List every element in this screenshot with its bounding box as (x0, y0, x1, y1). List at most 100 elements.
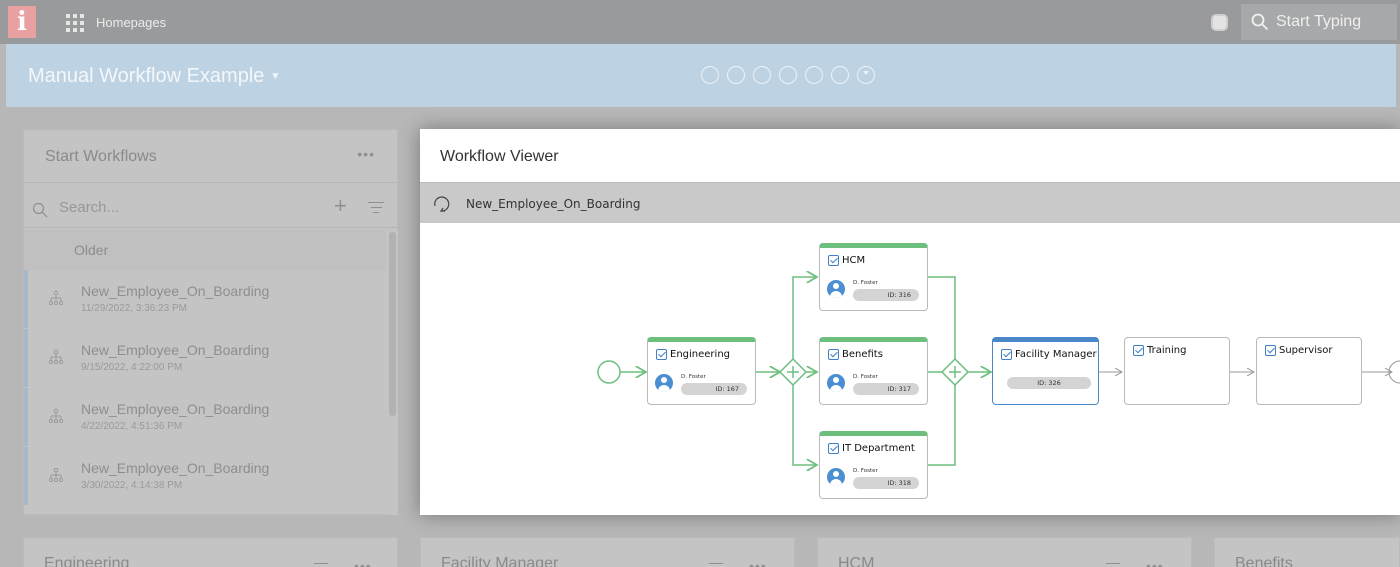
facility-manager-widget: Facility Manager ••• (420, 537, 795, 567)
list-item[interactable]: New_Employee_On_Boarding 4/22/2022, 4:51… (24, 388, 386, 446)
list-item[interactable]: New_Employee_On_Boarding 11/29/2022, 3:3… (24, 270, 386, 328)
task-id-badge: ID: 316 (853, 289, 919, 301)
more-options-icon[interactable]: ••• (357, 146, 375, 162)
workflow-node-it-department[interactable]: IT Department D. Foster ID: 318 (819, 431, 928, 499)
check-icon (828, 443, 839, 454)
app-logo[interactable]: i (8, 6, 36, 38)
workflow-tree-icon (48, 408, 64, 424)
top-bar: i Homepages Start Typing (0, 0, 1400, 44)
viewer-toolbar: New_Employee_On_Boarding (420, 182, 1400, 223)
scrollbar-thumb[interactable] (389, 232, 396, 416)
list-item[interactable]: New_Employee_On_Boarding 9/15/2022, 4:22… (24, 329, 386, 387)
node-label: Benefits (842, 349, 883, 360)
user-avatar-icon (655, 374, 673, 392)
workflow-viewer-dialog: Workflow Viewer New_Employee_On_Boarding (420, 129, 1400, 515)
filter-icon[interactable] (368, 202, 384, 217)
divider (24, 227, 397, 228)
global-search[interactable]: Start Typing (1241, 4, 1397, 40)
chevron-down-icon: ▼ (270, 71, 281, 83)
node-label: Facility Manager (1015, 349, 1097, 360)
page-title: Manual Workflow Example (28, 65, 265, 87)
workflow-date: 9/15/2022, 4:22:00 PM (81, 362, 183, 373)
node-label: IT Department (842, 443, 915, 454)
page-dot[interactable] (805, 66, 823, 84)
user-avatar-icon (827, 374, 845, 392)
node-label: Engineering (670, 349, 730, 360)
node-label: Training (1147, 345, 1187, 356)
page-dot-active[interactable] (857, 66, 875, 84)
check-icon (1001, 349, 1012, 360)
benefits-widget: Benefits (1214, 537, 1400, 567)
workflow-date: 4/22/2022, 4:51:36 PM (81, 421, 183, 432)
widget-title: Facility Manager (441, 555, 559, 567)
task-id-badge: ID: 167 (681, 383, 747, 395)
scrollbar[interactable] (386, 230, 398, 515)
workflow-node-facility-manager[interactable]: Facility Manager ID: 326 (992, 337, 1099, 405)
notification-toggle-icon[interactable] (1211, 14, 1228, 31)
user-avatar-icon (827, 280, 845, 298)
workflow-search-input[interactable] (59, 199, 259, 216)
widget-title: Engineering (44, 555, 130, 567)
parallel-gateway-icon[interactable] (940, 357, 970, 387)
workflow-name-label: New_Employee_On_Boarding (466, 197, 641, 211)
group-label: Older (74, 242, 109, 258)
check-icon (828, 255, 839, 266)
hcm-widget: HCM ••• (817, 537, 1192, 567)
apps-grid-icon[interactable] (66, 14, 84, 32)
task-id-badge: ID: 318 (853, 477, 919, 489)
workflow-name: New_Employee_On_Boarding (81, 342, 270, 358)
homepages-link[interactable]: Homepages (96, 15, 166, 30)
group-header: Older (24, 230, 386, 270)
check-icon (1265, 345, 1276, 356)
workflow-tree-icon (48, 349, 64, 365)
assignee-name: D. Foster (853, 374, 878, 380)
more-options-icon[interactable]: ••• (354, 558, 372, 567)
workflow-date: 11/29/2022, 3:36:23 PM (81, 303, 188, 314)
task-id-badge: ID: 317 (853, 383, 919, 395)
list-item[interactable]: New_Employee_On_Boarding 3/30/2022, 4:14… (24, 447, 386, 505)
widget-title: Benefits (1235, 555, 1293, 567)
check-icon (828, 349, 839, 360)
add-icon[interactable]: + (334, 193, 347, 219)
assignee-name: D. Foster (853, 468, 878, 474)
refresh-icon[interactable] (431, 194, 451, 214)
page-title-dropdown[interactable]: Manual Workflow Example ▼ (28, 65, 280, 88)
page-indicator (701, 66, 875, 84)
page-dot[interactable] (701, 66, 719, 84)
viewer-title: Workflow Viewer (440, 148, 559, 165)
start-workflows-widget: Start Workflows ••• + Older New_Employee… (23, 129, 398, 515)
more-options-icon[interactable]: ••• (1146, 558, 1164, 567)
workflow-node-benefits[interactable]: Benefits D. Foster ID: 317 (819, 337, 928, 405)
start-event-icon[interactable] (597, 360, 621, 384)
workflow-node-supervisor[interactable]: Supervisor (1256, 337, 1362, 405)
more-options-icon[interactable]: ••• (749, 558, 767, 567)
page-dot[interactable] (753, 66, 771, 84)
node-label: HCM (842, 255, 866, 266)
filter-icon[interactable] (1106, 563, 1120, 567)
workflow-node-engineering[interactable]: Engineering D. Foster ID: 167 (647, 337, 756, 405)
filter-icon[interactable] (709, 563, 723, 567)
assignee-name: D. Foster (681, 374, 706, 380)
workflow-name: New_Employee_On_Boarding (81, 283, 270, 299)
workflow-node-hcm[interactable]: HCM D. Foster ID: 316 (819, 243, 928, 311)
assignee-name: D. Foster (853, 280, 878, 286)
workflow-name: New_Employee_On_Boarding (81, 401, 270, 417)
search-icon (32, 202, 48, 218)
node-label: Supervisor (1279, 345, 1333, 356)
widget-title: HCM (838, 555, 875, 567)
page-dot[interactable] (779, 66, 797, 84)
parallel-gateway-icon[interactable] (778, 357, 808, 387)
global-search-placeholder: Start Typing (1276, 13, 1362, 30)
workflow-tree-icon (48, 467, 64, 483)
page-dot[interactable] (831, 66, 849, 84)
widget-title: Start Workflows (45, 148, 157, 165)
workflow-tree-icon (48, 290, 64, 306)
workflow-node-training[interactable]: Training (1124, 337, 1230, 405)
check-icon (1133, 345, 1144, 356)
page-header: Manual Workflow Example ▼ (6, 44, 1396, 107)
workflow-name: New_Employee_On_Boarding (81, 460, 270, 476)
user-avatar-icon (827, 468, 845, 486)
page-dot[interactable] (727, 66, 745, 84)
workflow-date: 3/30/2022, 4:14:38 PM (81, 480, 183, 491)
filter-icon[interactable] (314, 563, 328, 567)
